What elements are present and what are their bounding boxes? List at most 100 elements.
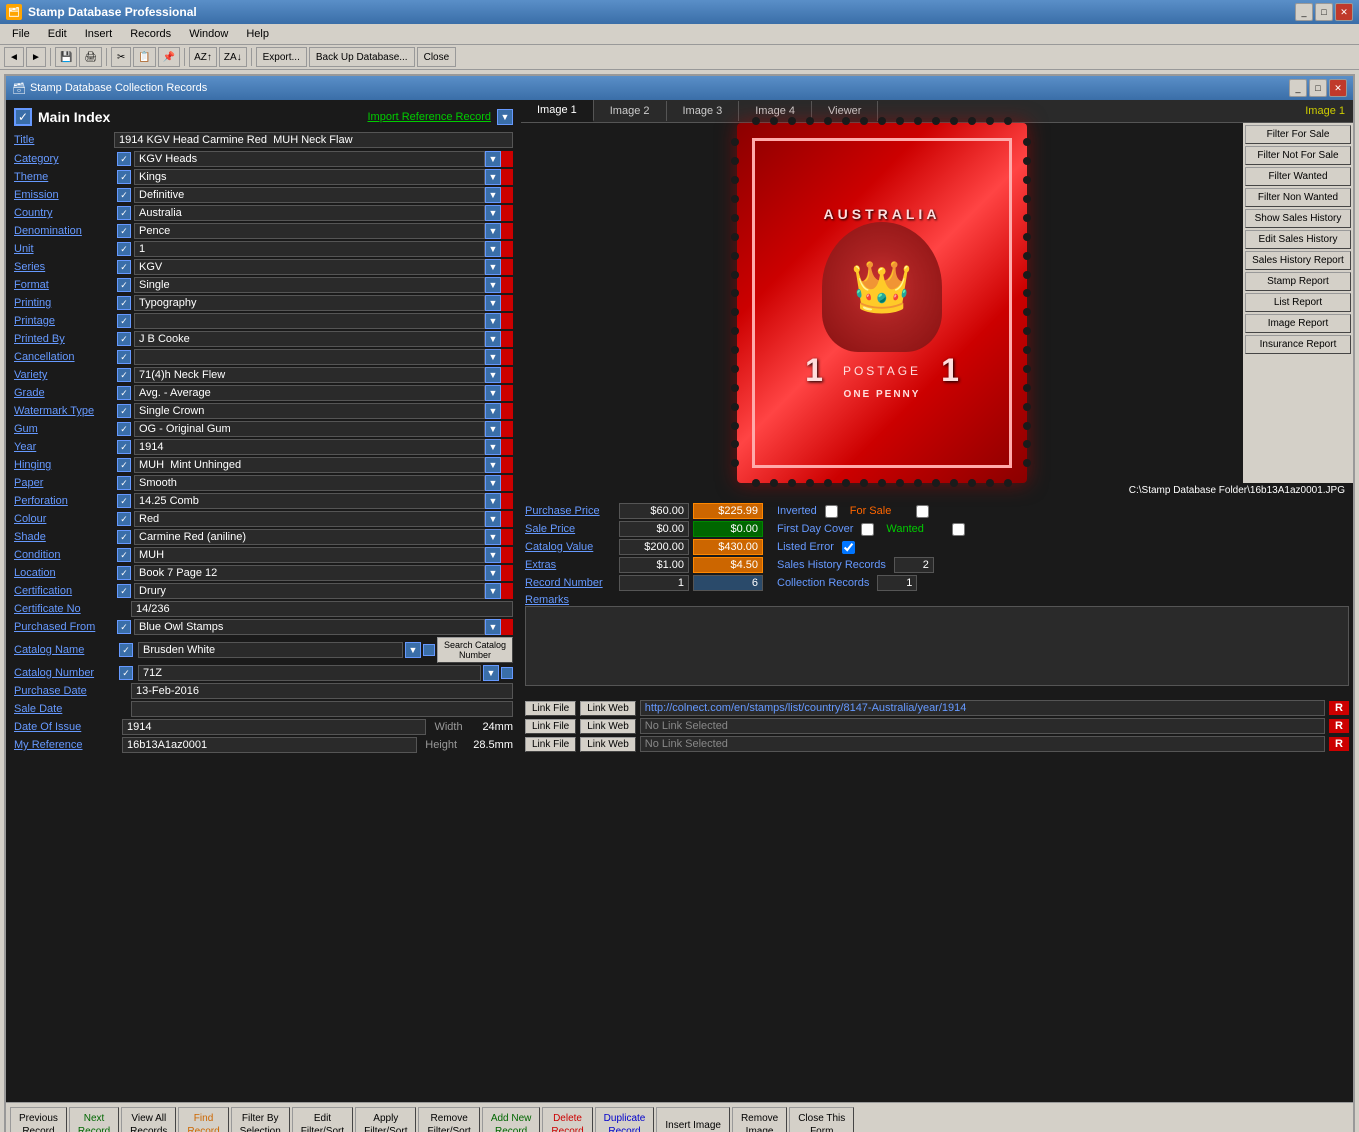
catalog-value-label[interactable]: Catalog Value bbox=[525, 541, 615, 553]
watermark-dropdown[interactable]: ▼ bbox=[485, 403, 501, 419]
sub-minimize[interactable]: _ bbox=[1289, 79, 1307, 97]
printedby-dropdown[interactable]: ▼ bbox=[485, 331, 501, 347]
import-reference-link[interactable]: Import Reference Record bbox=[368, 111, 492, 123]
purchasedfrom-label[interactable]: Purchased From bbox=[14, 621, 114, 633]
country-label[interactable]: Country bbox=[14, 207, 114, 219]
catalognum-input[interactable] bbox=[138, 665, 481, 681]
category-dropdown[interactable]: ▼ bbox=[485, 151, 501, 167]
tab-image3[interactable]: Image 3 bbox=[667, 101, 740, 121]
toolbar-copy[interactable]: 📋 bbox=[133, 47, 155, 67]
country-check[interactable]: ✓ bbox=[117, 206, 131, 220]
toolbar-paste[interactable]: 📌 bbox=[158, 47, 180, 67]
grade-label[interactable]: Grade bbox=[14, 387, 114, 399]
purchase-price-val1[interactable] bbox=[619, 503, 689, 519]
remove-image-btn[interactable]: RemoveImage bbox=[732, 1107, 787, 1132]
show-sales-history-btn[interactable]: Show Sales History bbox=[1245, 209, 1351, 228]
category-input[interactable] bbox=[134, 151, 485, 167]
sale-price-val2[interactable] bbox=[693, 521, 763, 537]
extras-label[interactable]: Extras bbox=[525, 559, 615, 571]
printing-dropdown[interactable]: ▼ bbox=[485, 295, 501, 311]
printage-red-btn[interactable] bbox=[501, 313, 513, 329]
gum-dropdown[interactable]: ▼ bbox=[485, 421, 501, 437]
paper-label[interactable]: Paper bbox=[14, 477, 114, 489]
unit-label[interactable]: Unit bbox=[14, 243, 114, 255]
remarks-textarea[interactable] bbox=[525, 606, 1349, 686]
certification-dropdown[interactable]: ▼ bbox=[485, 583, 501, 599]
close-this-form-btn[interactable]: Close ThisForm bbox=[789, 1107, 854, 1132]
certification-red-btn[interactable] bbox=[501, 583, 513, 599]
purchasedate-input[interactable] bbox=[131, 683, 513, 699]
myreference-label[interactable]: My Reference bbox=[14, 739, 114, 751]
shade-dropdown[interactable]: ▼ bbox=[485, 529, 501, 545]
backup-button[interactable]: Back Up Database... bbox=[309, 47, 415, 67]
condition-dropdown[interactable]: ▼ bbox=[485, 547, 501, 563]
view-all-records-btn[interactable]: View AllRecords bbox=[121, 1107, 176, 1132]
certification-label[interactable]: Certification bbox=[14, 585, 114, 597]
certno-label[interactable]: Certificate No bbox=[14, 603, 114, 615]
list-report-btn[interactable]: List Report bbox=[1245, 293, 1351, 312]
unit-dropdown[interactable]: ▼ bbox=[485, 241, 501, 257]
gum-red-btn[interactable] bbox=[501, 421, 513, 437]
link-file-btn-1[interactable]: Link File bbox=[525, 701, 576, 716]
delete-record-btn[interactable]: DeleteRecord bbox=[542, 1107, 592, 1132]
printedby-input[interactable] bbox=[134, 331, 485, 347]
filter-for-sale-btn[interactable]: Filter For Sale bbox=[1245, 125, 1351, 144]
paper-dropdown[interactable]: ▼ bbox=[485, 475, 501, 491]
emission-red-btn[interactable] bbox=[501, 187, 513, 203]
printing-label[interactable]: Printing bbox=[14, 297, 114, 309]
toolbar-save[interactable]: 💾 bbox=[55, 47, 77, 67]
shade-check[interactable]: ✓ bbox=[117, 530, 131, 544]
shade-input[interactable] bbox=[134, 529, 485, 545]
condition-input[interactable] bbox=[134, 547, 485, 563]
find-record-btn[interactable]: FindRecord bbox=[178, 1107, 228, 1132]
dateofissue-input[interactable] bbox=[122, 719, 426, 735]
purchasedfrom-red-btn[interactable] bbox=[501, 619, 513, 635]
menu-insert[interactable]: Insert bbox=[77, 26, 121, 42]
location-input[interactable] bbox=[134, 565, 485, 581]
denomination-input[interactable] bbox=[134, 223, 485, 239]
unit-check[interactable]: ✓ bbox=[117, 242, 131, 256]
forsale-checkbox[interactable] bbox=[916, 505, 929, 518]
cancellation-dropdown[interactable]: ▼ bbox=[485, 349, 501, 365]
gum-input[interactable] bbox=[134, 421, 485, 437]
link-file-btn-2[interactable]: Link File bbox=[525, 719, 576, 734]
filter-wanted-btn[interactable]: Filter Wanted bbox=[1245, 167, 1351, 186]
country-red-btn[interactable] bbox=[501, 205, 513, 221]
record-number-val1[interactable] bbox=[619, 575, 689, 591]
watermark-label[interactable]: Watermark Type bbox=[14, 405, 114, 417]
printing-red-btn[interactable] bbox=[501, 295, 513, 311]
grade-input[interactable] bbox=[134, 385, 485, 401]
theme-red-btn[interactable] bbox=[501, 169, 513, 185]
condition-label[interactable]: Condition bbox=[14, 549, 114, 561]
printing-input[interactable] bbox=[134, 295, 485, 311]
grade-check[interactable]: ✓ bbox=[117, 386, 131, 400]
certification-check[interactable]: ✓ bbox=[117, 584, 131, 598]
format-check[interactable]: ✓ bbox=[117, 278, 131, 292]
inverted-checkbox[interactable] bbox=[825, 505, 838, 518]
apply-filter-sort-btn[interactable]: ApplyFilter/Sort bbox=[355, 1107, 416, 1132]
catalogname-check[interactable]: ✓ bbox=[119, 643, 133, 657]
menu-help[interactable]: Help bbox=[238, 26, 277, 42]
hinging-label[interactable]: Hinging bbox=[14, 459, 114, 471]
filter-not-for-sale-btn[interactable]: Filter Not For Sale bbox=[1245, 146, 1351, 165]
title-input[interactable] bbox=[114, 132, 513, 148]
theme-label[interactable]: Theme bbox=[14, 171, 114, 183]
catalognum-label[interactable]: Catalog Number bbox=[14, 667, 114, 679]
printage-dropdown[interactable]: ▼ bbox=[485, 313, 501, 329]
unit-input[interactable] bbox=[134, 241, 485, 257]
theme-dropdown[interactable]: ▼ bbox=[485, 169, 501, 185]
toolbar-cut[interactable]: ✂ bbox=[111, 47, 131, 67]
printage-label[interactable]: Printage bbox=[14, 315, 114, 327]
title-label[interactable]: Title bbox=[14, 134, 114, 146]
category-check[interactable]: ✓ bbox=[117, 152, 131, 166]
link-url-3[interactable] bbox=[640, 736, 1325, 752]
saledate-label[interactable]: Sale Date bbox=[14, 703, 114, 715]
remove-filter-sort-btn[interactable]: RemoveFilter/Sort bbox=[418, 1107, 479, 1132]
gum-label[interactable]: Gum bbox=[14, 423, 114, 435]
watermark-input[interactable] bbox=[134, 403, 485, 419]
purchase-price-val2[interactable] bbox=[693, 503, 763, 519]
watermark-red-btn[interactable] bbox=[501, 403, 513, 419]
minimize-button[interactable]: _ bbox=[1295, 3, 1313, 21]
link-web-btn-1[interactable]: Link Web bbox=[580, 701, 636, 716]
maximize-button[interactable]: □ bbox=[1315, 3, 1333, 21]
